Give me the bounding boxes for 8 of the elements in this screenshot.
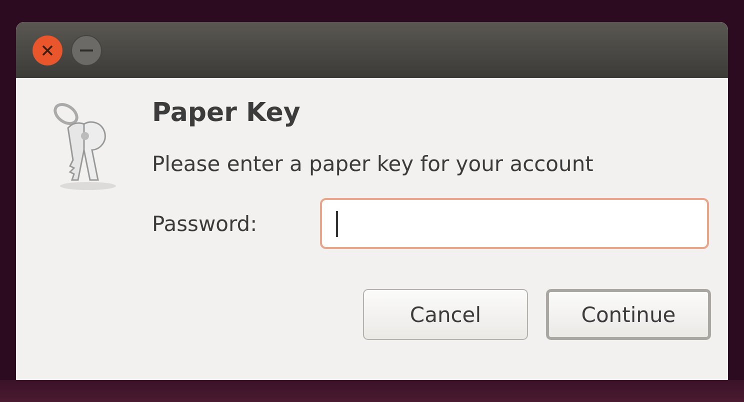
dialog-message: Please enter a paper key for your account [152,152,594,176]
minimize-icon[interactable] [71,34,102,66]
password-label: Password: [152,212,258,236]
close-icon[interactable] [32,34,63,66]
password-field[interactable] [320,198,709,249]
dialog-heading: Paper Key [152,98,302,128]
continue-button[interactable]: Continue [546,289,711,340]
cancel-button[interactable]: Cancel [363,289,528,340]
